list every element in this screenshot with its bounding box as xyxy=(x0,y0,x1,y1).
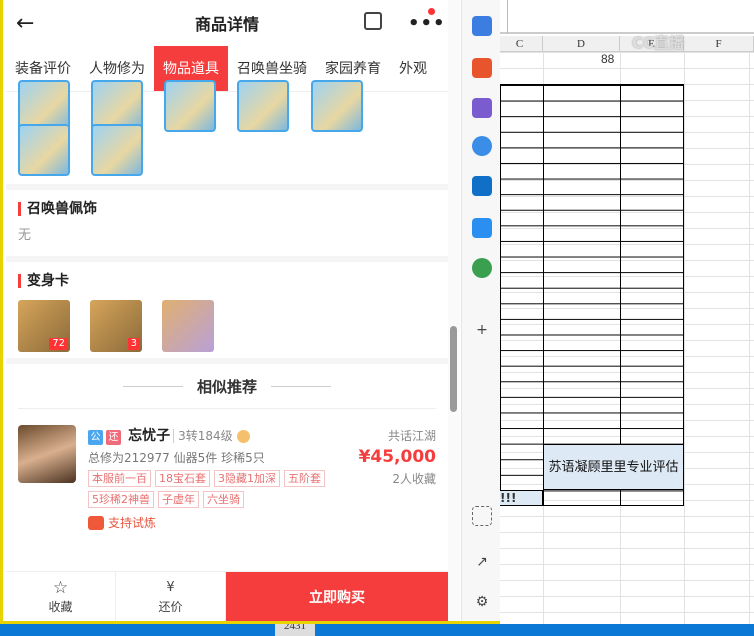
favorite-count: 2人收藏 xyxy=(392,472,436,486)
item-icon[interactable] xyxy=(237,80,289,132)
yuan-bubble-icon: ¥ xyxy=(166,580,175,595)
tag: 五阶套 xyxy=(284,470,325,487)
settings-icon[interactable]: ⚙ xyxy=(472,592,492,612)
tab-bar: 装备评价 人物修为 物品道具 召唤兽坐骑 家园养育 外观 xyxy=(6,46,448,92)
scrollbar[interactable] xyxy=(448,0,460,621)
more-icon[interactable]: ••• xyxy=(408,13,446,34)
section-value: 无 xyxy=(18,228,32,243)
tag: 本服前一百 xyxy=(88,470,151,487)
merged-cell[interactable]: 苏语凝顾里里专业评估 xyxy=(543,444,684,490)
copilot-icon[interactable] xyxy=(472,136,492,156)
column-header-c[interactable]: C xyxy=(497,36,543,52)
page-title: 商品详情 xyxy=(194,15,259,34)
item-icon[interactable] xyxy=(18,124,70,176)
notification-dot xyxy=(428,8,435,15)
character-name: 忘忧子 xyxy=(128,428,171,444)
toolbox-icon[interactable] xyxy=(472,58,492,78)
header: ← 商品详情 ••• xyxy=(6,0,448,46)
section-title: 变身卡 xyxy=(18,274,436,288)
tree-icon[interactable] xyxy=(472,258,492,278)
trial-label: 支持试炼 xyxy=(108,516,157,530)
bordered-table[interactable] xyxy=(500,84,684,506)
item-icon[interactable] xyxy=(311,80,363,132)
spreadsheet-toolbar-area xyxy=(497,0,754,34)
star-icon: ☆ xyxy=(52,578,69,598)
character-stats: 总修为212977 仙器5件 珍稀5只 xyxy=(88,451,265,465)
transform-card[interactable] xyxy=(162,300,214,352)
outlook-icon[interactable] xyxy=(472,176,492,196)
screenshot-icon[interactable] xyxy=(472,506,492,526)
pet-accessory-section: 召唤兽佩饰 无 xyxy=(6,190,448,262)
app-window: ← 商品详情 ••• 装备评价 人物修为 物品道具 召唤兽坐骑 家园养育 外观 … xyxy=(0,0,500,624)
server-name: 共话江湖 xyxy=(387,429,436,443)
item-icon[interactable] xyxy=(91,124,143,176)
bargain-button[interactable]: ¥ 还价 xyxy=(116,572,226,621)
send-icon[interactable] xyxy=(472,218,492,238)
favorite-label: 收藏 xyxy=(48,600,73,614)
transform-card-section: 变身卡 72 3 xyxy=(6,262,448,364)
favorite-button[interactable]: ☆ 收藏 xyxy=(6,572,116,621)
warning-icon xyxy=(236,430,250,443)
bargain-badge: 还 xyxy=(106,430,121,445)
character-level: 3转184级 xyxy=(173,429,233,443)
taskbar xyxy=(0,624,754,636)
column-header-d[interactable]: D xyxy=(543,36,620,52)
recommend-title: 相似推荐 xyxy=(196,377,257,396)
card-count: 72 xyxy=(49,338,68,350)
exclaim-cell[interactable]: !!! xyxy=(497,490,543,506)
section-title: 召唤兽佩饰 xyxy=(18,202,436,216)
public-badge: 公 xyxy=(88,430,103,445)
spreadsheet[interactable]: C D E F 88 苏语凝顾里里专业评估 !!! CC直播 xyxy=(497,0,754,636)
add-icon[interactable]: + xyxy=(472,320,492,340)
cell-d-value[interactable]: 88 xyxy=(601,52,614,66)
watermark: CC直播 xyxy=(632,34,685,52)
tab-appearance[interactable]: 外观 xyxy=(390,46,436,91)
transform-card[interactable]: 3 xyxy=(90,300,142,352)
scrollbar-thumb[interactable] xyxy=(450,326,457,412)
chess-icon[interactable] xyxy=(472,98,492,118)
transform-card[interactable]: 72 xyxy=(18,300,70,352)
price: ¥45,000 xyxy=(358,447,436,467)
tag: 5珍稀2神兽 xyxy=(88,491,154,508)
tag: 3隐藏1加深 xyxy=(214,470,280,487)
back-icon[interactable]: ← xyxy=(16,11,34,36)
card-count: 3 xyxy=(127,338,140,350)
avatar xyxy=(18,425,76,483)
item-icon[interactable] xyxy=(164,80,216,132)
tag: 子虚年 xyxy=(158,491,199,508)
tag-icon[interactable] xyxy=(472,16,492,36)
listing-item[interactable]: 公还 忘忧子 3转184级 总修为212977 仙器5件 珍稀5只 本服前一百 1… xyxy=(18,408,436,550)
buy-now-button[interactable]: 立即购买 xyxy=(226,572,448,621)
trial-icon xyxy=(88,515,104,530)
item-grid xyxy=(6,80,448,190)
tag: 18宝石套 xyxy=(155,470,210,487)
tag: 六坐骑 xyxy=(203,491,244,508)
column-header-f[interactable]: F xyxy=(684,36,754,52)
bottom-bar: ☆ 收藏 ¥ 还价 立即购买 xyxy=(6,571,448,621)
share-icon[interactable] xyxy=(364,12,382,30)
recommend-header: 相似推荐 xyxy=(6,364,448,408)
side-toolbar: + ↗ ⚙ xyxy=(461,0,500,621)
bargain-label: 还价 xyxy=(158,600,183,614)
external-link-icon[interactable]: ↗ xyxy=(472,552,492,572)
